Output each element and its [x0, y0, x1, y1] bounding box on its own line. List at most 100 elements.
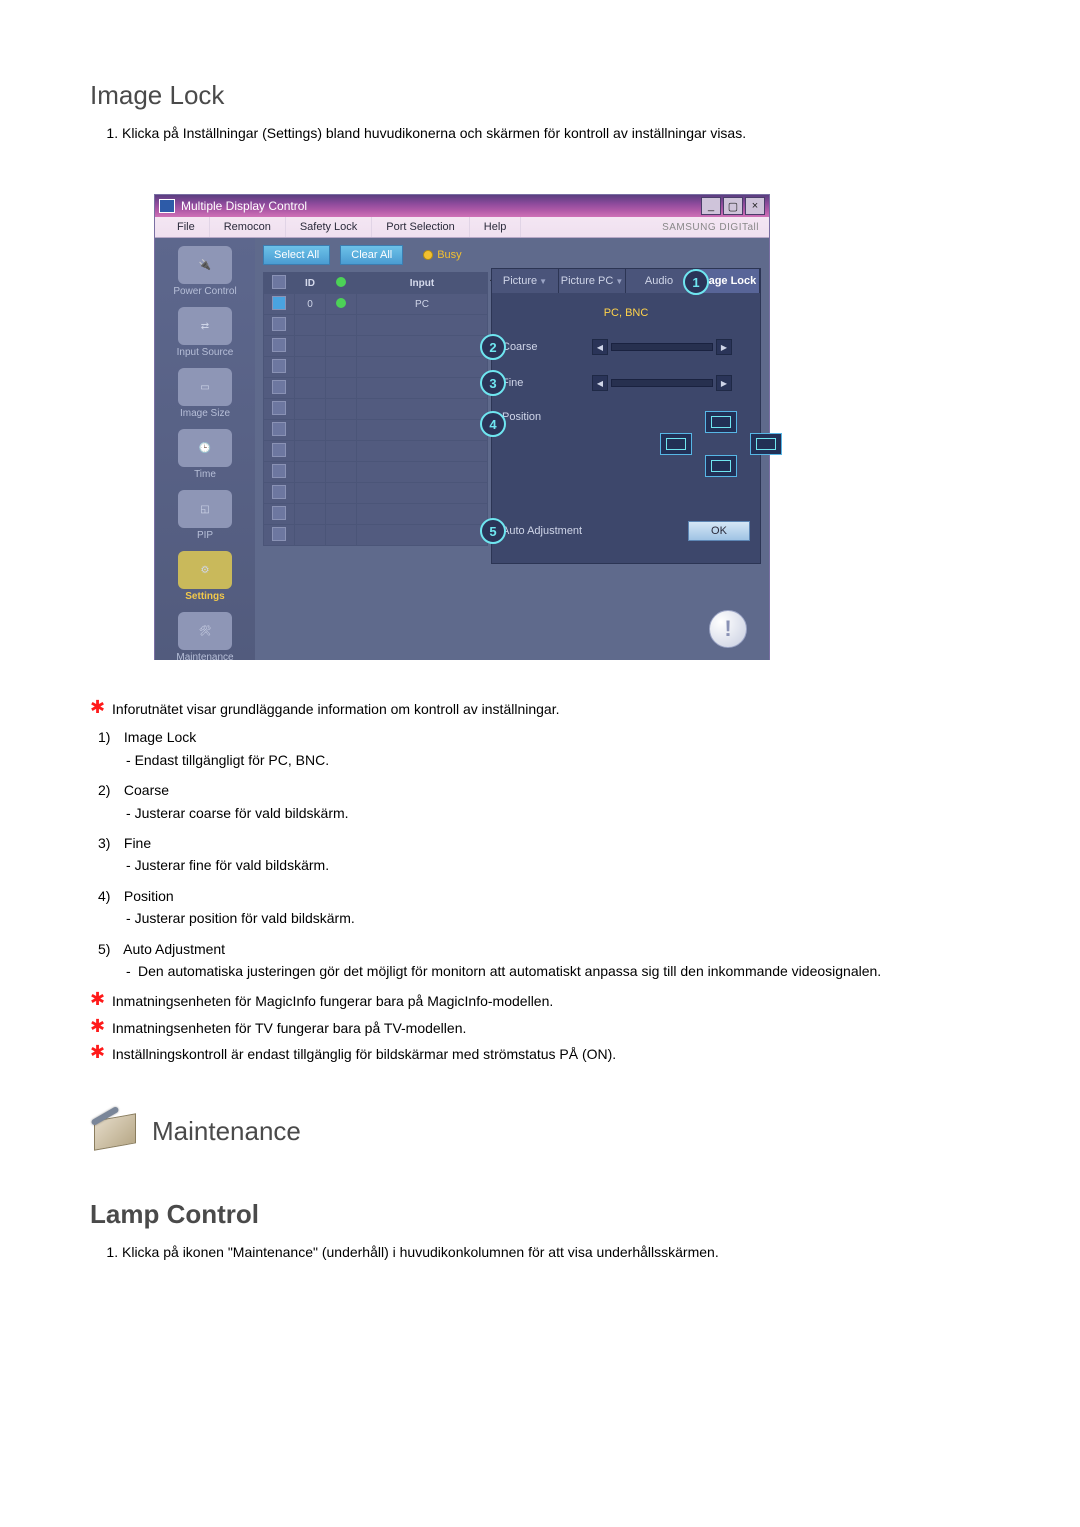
arrow-left-icon[interactable]: ◀: [592, 339, 608, 355]
maintenance-icon: 🛠: [178, 612, 232, 650]
row-checkbox[interactable]: [272, 359, 286, 373]
sidebar-label: Time: [165, 469, 245, 480]
menu-remocon[interactable]: Remocon: [210, 217, 286, 237]
table-row[interactable]: [264, 504, 488, 525]
brand-label: SAMSUNG DIGITall: [662, 222, 759, 233]
sidebar-input-source[interactable]: ⇄ Input Source: [165, 307, 245, 358]
tab-picture-pc[interactable]: Picture PC▼: [559, 269, 626, 293]
table-row[interactable]: [264, 399, 488, 420]
callout-4: 4: [480, 411, 506, 437]
sidebar-label: Input Source: [165, 347, 245, 358]
info-icon: !: [709, 610, 747, 648]
power-icon: 🔌: [178, 246, 232, 284]
sidebar-power-control[interactable]: 🔌 Power Control: [165, 246, 245, 297]
panel-subtitle: PC, BNC: [492, 293, 760, 329]
slider-track[interactable]: [611, 379, 713, 387]
note-item-1: 1) Image Lock Endast tillgängligt för PC…: [98, 726, 990, 771]
window-buttons: _ ▢ ×: [701, 197, 765, 215]
settings-tabs: Picture▼ Picture PC▼ Audio 1 Image Lock: [492, 269, 760, 293]
row-checkbox[interactable]: [272, 317, 286, 331]
menu-help[interactable]: Help: [470, 217, 522, 237]
asterisk-icon: ✱: [90, 1043, 112, 1061]
clear-all-button[interactable]: Clear All: [340, 245, 403, 265]
minimize-button[interactable]: _: [701, 197, 721, 215]
callout-2: 2: [480, 334, 506, 360]
maximize-button[interactable]: ▢: [723, 197, 743, 215]
sidebar-maintenance[interactable]: 🛠 Maintenance: [165, 612, 245, 663]
sidebar: 🔌 Power Control ⇄ Input Source ▭ Image S…: [155, 238, 255, 660]
note-desc: Den automatiska justeringen gör det möjl…: [138, 960, 881, 982]
position-right-button[interactable]: [750, 433, 782, 455]
table-row[interactable]: [264, 483, 488, 504]
notes-block: ✱ Inforutnätet visar grundläggande infor…: [90, 698, 990, 1065]
table-row[interactable]: [264, 420, 488, 441]
sidebar-time[interactable]: 🕒 Time: [165, 429, 245, 480]
row-checkbox[interactable]: [272, 464, 286, 478]
table-row[interactable]: [264, 336, 488, 357]
note-title: Position: [124, 888, 174, 904]
sidebar-image-size[interactable]: ▭ Image Size: [165, 368, 245, 419]
app-icon: [159, 199, 175, 213]
table-row[interactable]: 0 PC: [264, 294, 488, 315]
note-index: 1): [98, 726, 120, 748]
row-checkbox[interactable]: [272, 401, 286, 415]
table-row[interactable]: [264, 315, 488, 336]
note-desc: Endast tillgängligt för PC, BNC.: [138, 749, 990, 771]
note-index: 2): [98, 779, 120, 801]
slider-coarse[interactable]: ◀ ▶: [592, 339, 732, 355]
table-row[interactable]: [264, 357, 488, 378]
tab-label: Picture PC: [561, 275, 614, 287]
menu-port-selection[interactable]: Port Selection: [372, 217, 469, 237]
note-power: Inställningskontroll är endast tillgängl…: [112, 1043, 990, 1065]
row-checkbox[interactable]: [272, 422, 286, 436]
close-button[interactable]: ×: [745, 197, 765, 215]
slider-track[interactable]: [611, 343, 713, 351]
image-lock-intro-list: Klicka på Inställningar (Settings) bland…: [90, 123, 990, 144]
display-grid: ID Input 0 PC: [263, 272, 488, 546]
note-desc: Justerar position för vald bildskärm.: [138, 907, 990, 929]
tab-image-lock[interactable]: 1 Image Lock: [693, 269, 760, 293]
arrow-left-icon[interactable]: ◀: [592, 375, 608, 391]
callout-3: 3: [480, 370, 506, 396]
row-checkbox[interactable]: [272, 527, 286, 541]
menu-file[interactable]: File: [163, 217, 210, 237]
window-body: 🔌 Power Control ⇄ Input Source ▭ Image S…: [155, 238, 769, 660]
sidebar-settings[interactable]: ⚙ Settings: [165, 551, 245, 602]
sidebar-label: Power Control: [165, 286, 245, 297]
position-down-button[interactable]: [705, 455, 737, 477]
slider-fine[interactable]: ◀ ▶: [592, 375, 732, 391]
row-input: PC: [357, 294, 488, 315]
row-checkbox[interactable]: [272, 485, 286, 499]
row-checkbox[interactable]: [272, 443, 286, 457]
note-magicinfo: Inmatningsenheten för MagicInfo fungerar…: [112, 990, 990, 1012]
row-fine: 3 Fine ◀ ▶: [492, 365, 760, 401]
asterisk-icon: ✱: [90, 1017, 112, 1035]
note-title: Auto Adjustment: [123, 941, 225, 957]
row-checkbox[interactable]: [272, 338, 286, 352]
row-checkbox[interactable]: [272, 296, 286, 310]
arrow-right-icon[interactable]: ▶: [716, 375, 732, 391]
position-left-button[interactable]: [660, 433, 692, 455]
asterisk-icon: ✱: [90, 990, 112, 1008]
arrow-right-icon[interactable]: ▶: [716, 339, 732, 355]
col-id: ID: [295, 273, 326, 294]
row-checkbox[interactable]: [272, 380, 286, 394]
chevron-down-icon: ▼: [615, 277, 623, 286]
row-checkbox[interactable]: [272, 506, 286, 520]
tab-picture[interactable]: Picture▼: [492, 269, 559, 293]
busy-dot-icon: [423, 250, 433, 260]
asterisk-icon: ✱: [90, 698, 112, 716]
image-size-icon: ▭: [178, 368, 232, 406]
table-row[interactable]: [264, 441, 488, 462]
position-up-button[interactable]: [705, 411, 737, 433]
table-row[interactable]: [264, 378, 488, 399]
table-row[interactable]: [264, 462, 488, 483]
row-auto-adjust: 5 Auto Adjustment OK: [492, 513, 760, 549]
menu-safety-lock[interactable]: Safety Lock: [286, 217, 372, 237]
table-row[interactable]: [264, 525, 488, 546]
select-all-button[interactable]: Select All: [263, 245, 330, 265]
ok-button[interactable]: OK: [688, 521, 750, 541]
sidebar-pip[interactable]: ◱ PIP: [165, 490, 245, 541]
busy-label: Busy: [437, 249, 461, 261]
dash-icon: -: [126, 960, 138, 982]
